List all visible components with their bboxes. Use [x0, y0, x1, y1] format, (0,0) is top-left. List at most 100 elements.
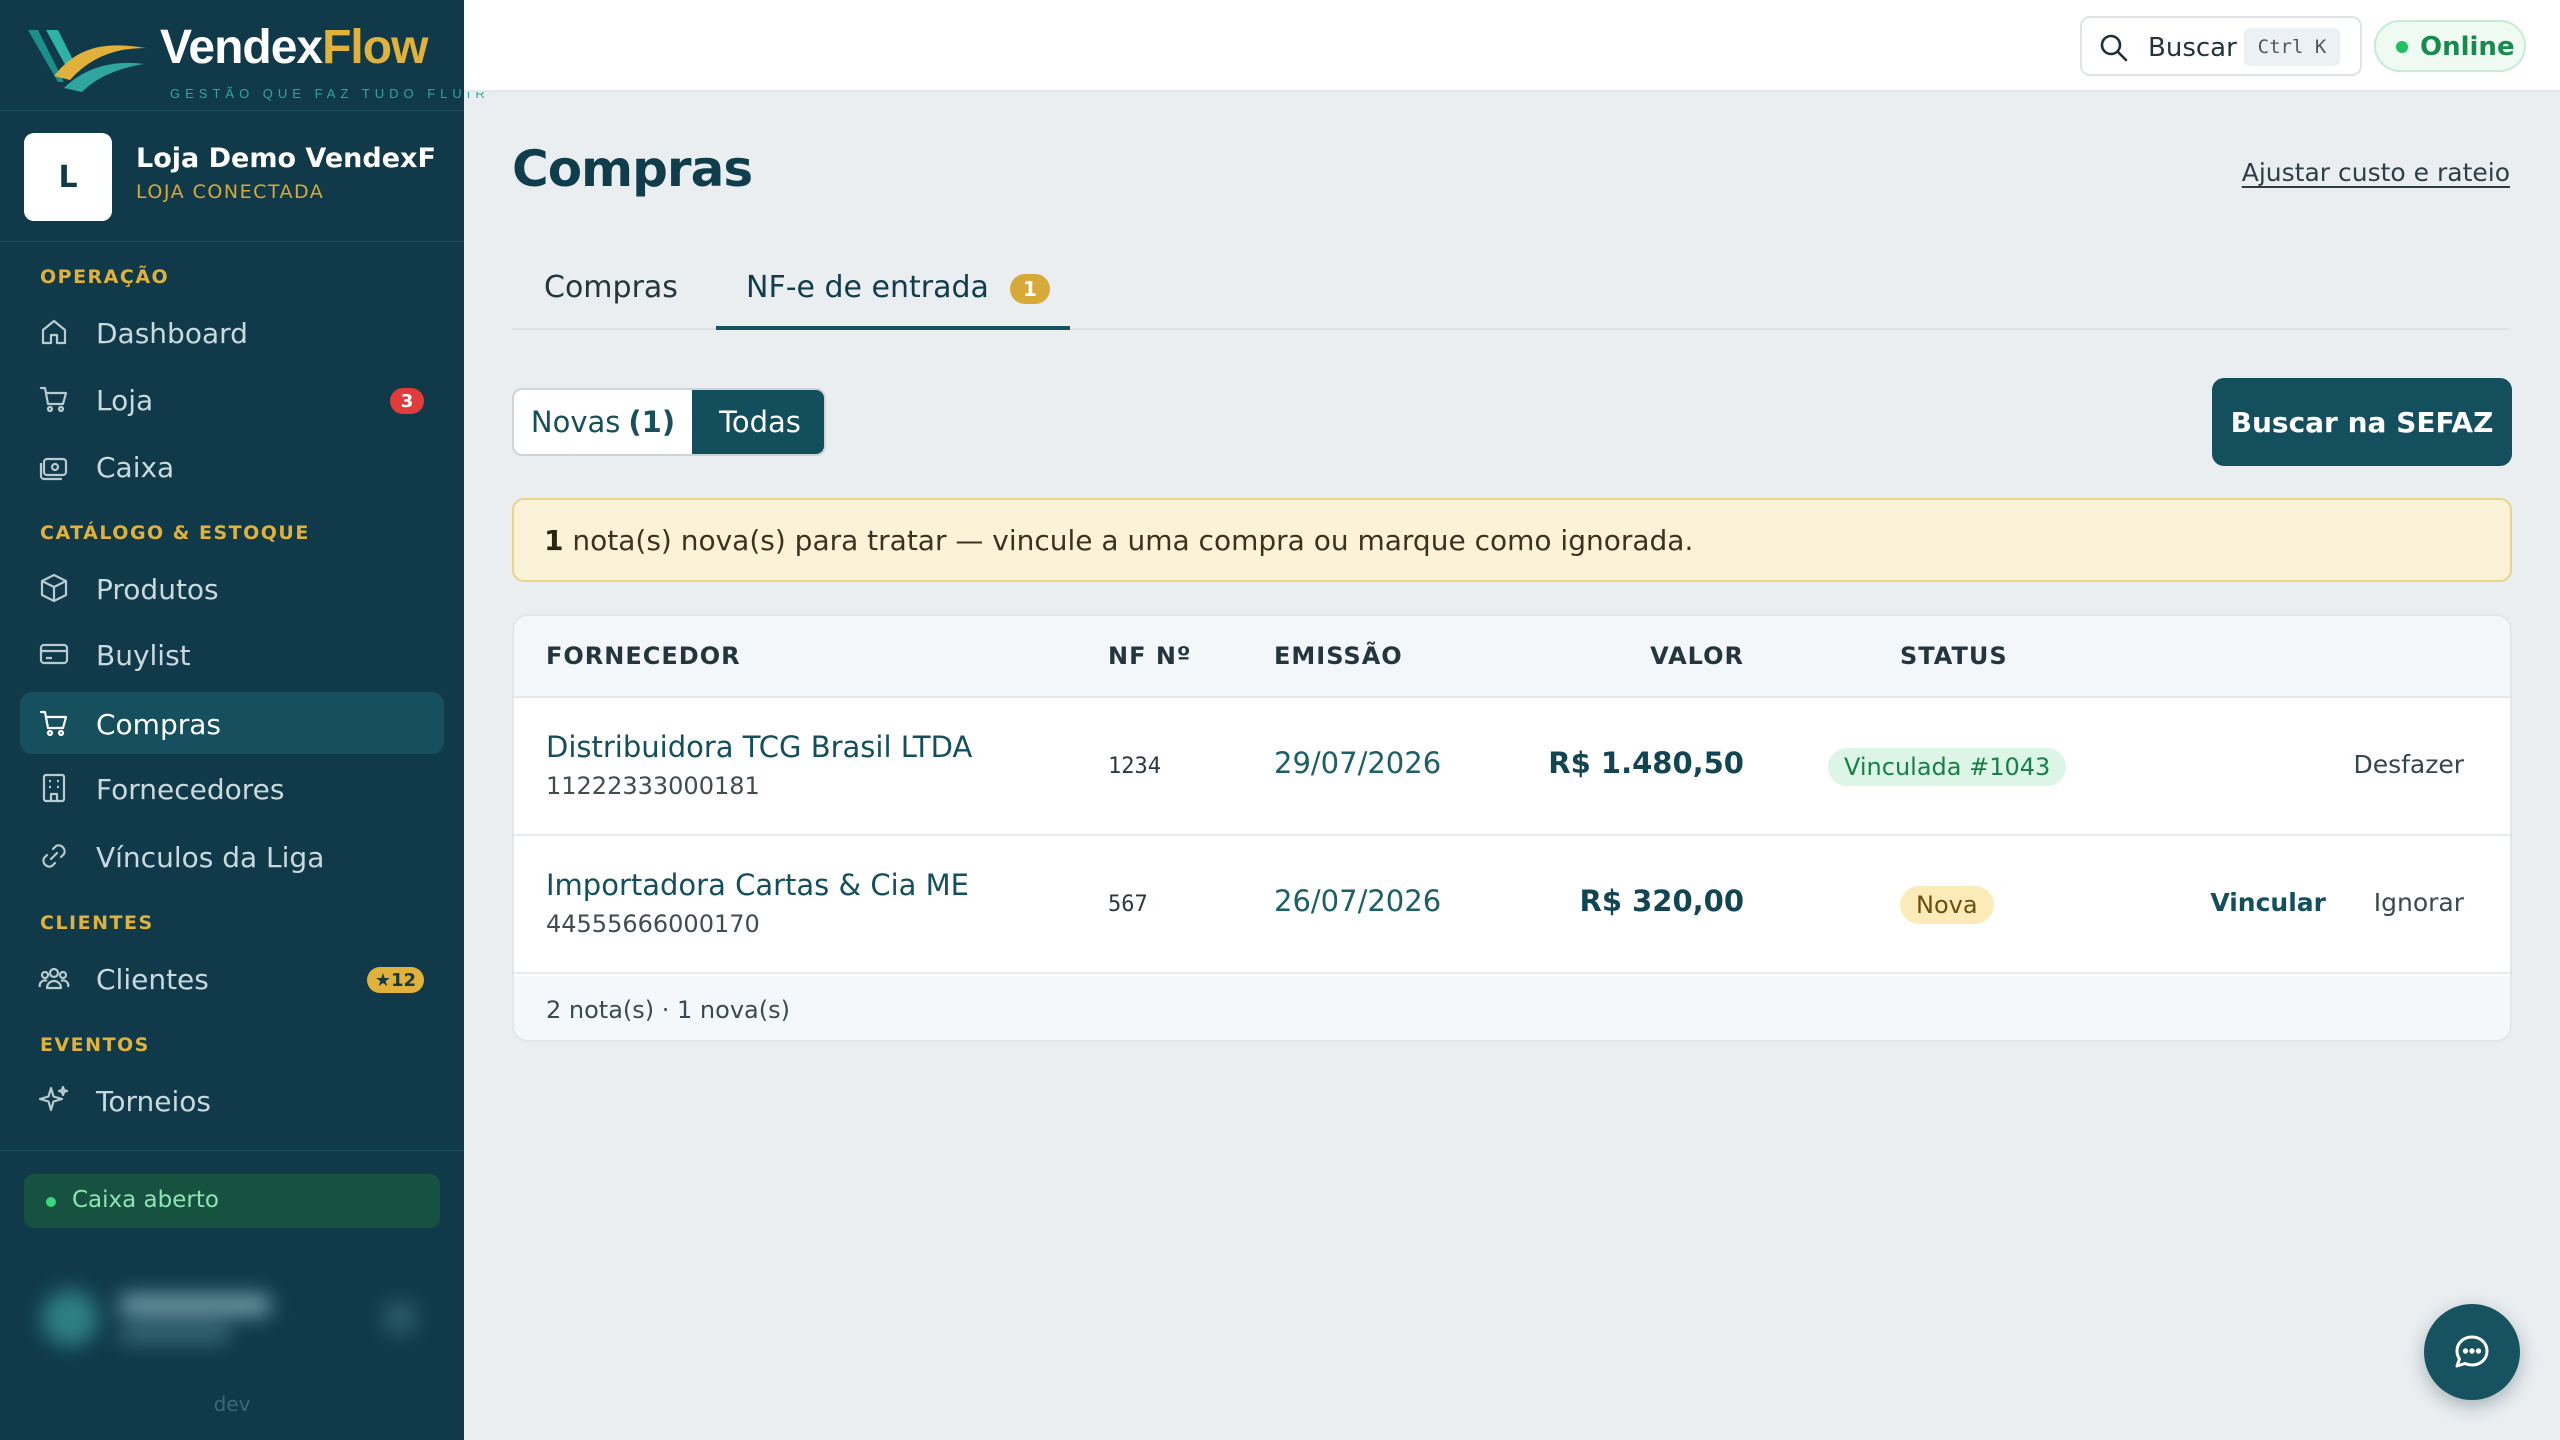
col-header-status: STATUS — [1900, 642, 2008, 670]
col-header-value: VALOR — [1650, 642, 1744, 670]
col-header-nf: NF Nº — [1108, 642, 1192, 670]
sidebar-item-dashboard[interactable]: Dashboard — [20, 301, 444, 363]
alert-text: 1 nota(s) nova(s) para tratar — vincule … — [544, 524, 1694, 557]
new-notes-alert: 1 nota(s) nova(s) para tratar — vincule … — [512, 498, 2512, 582]
sidebar-item-label: Buylist — [96, 639, 191, 672]
sidebar-item-label: Dashboard — [96, 317, 248, 350]
store-switcher[interactable]: L Loja Demo VendexFl... LOJA CONECTADA — [0, 110, 464, 242]
cart-icon — [39, 386, 68, 413]
sidebar-item-label: Loja — [96, 384, 154, 417]
status-badge[interactable]: Vinculada #1043 — [1828, 748, 2067, 786]
loja-badge: 3 — [390, 388, 424, 414]
nav-section-clientes: CLIENTES — [40, 912, 154, 934]
sidebar-item-label: Clientes — [96, 963, 209, 996]
sidebar-item-label: Compras — [96, 708, 221, 741]
vendexflow-logo-icon — [28, 30, 146, 92]
search-icon — [2100, 34, 2128, 62]
cash-status[interactable]: Caixa aberto — [24, 1174, 440, 1228]
nav-section-eventos: EVENTOS — [40, 1034, 150, 1056]
supplier-name[interactable]: Importadora Cartas & Cia ME — [546, 868, 969, 902]
link-button[interactable]: Vincular — [2210, 888, 2326, 917]
brand-tagline: GESTÃO QUE FAZ TUDO FLUIR — [170, 86, 490, 101]
box-icon — [40, 573, 68, 603]
nav-section-catalogo: CATÁLOGO & ESTOQUE — [40, 522, 310, 544]
note-value: R$ 1.480,50 — [1548, 746, 1744, 780]
filter-segmented-control: Novas (1) Todas — [512, 388, 826, 456]
home-icon — [41, 319, 67, 345]
filter-novas-button[interactable]: Novas (1) — [514, 390, 692, 454]
cart-icon — [39, 710, 68, 737]
col-header-date: EMISSÃO — [1274, 642, 1403, 670]
cash-register-icon — [39, 457, 68, 481]
supplier-cnpj: 11222333000181 — [546, 772, 760, 800]
sidebar-item-fornecedores[interactable]: Fornecedores — [20, 757, 444, 819]
issue-date: 29/07/2026 — [1274, 746, 1442, 780]
table-row: Distribuidora TCG Brasil LTDA 1122233300… — [514, 698, 2510, 836]
search-shortcut: Ctrl K — [2244, 28, 2340, 66]
online-dot-icon — [2396, 41, 2408, 53]
sidebar-item-label: Torneios — [96, 1085, 211, 1118]
online-status-badge: Online — [2374, 20, 2526, 72]
brand-name: VendexFlow — [160, 21, 428, 74]
status-dot-icon — [46, 1197, 56, 1207]
search-label: Buscar — [2148, 33, 2237, 63]
avatar — [42, 1290, 98, 1346]
topbar: Buscar Ctrl K Online — [464, 0, 2560, 92]
sidebar-item-label: Caixa — [96, 451, 175, 484]
tab-label: Compras — [544, 270, 678, 305]
adjust-cost-link[interactable]: Ajustar custo e rateio — [2242, 158, 2510, 187]
online-label: Online — [2420, 32, 2515, 62]
sidebar-item-caixa[interactable]: Caixa — [20, 435, 444, 497]
note-value: R$ 320,00 — [1579, 884, 1744, 918]
sidebar-item-buylist[interactable]: Buylist — [20, 623, 444, 685]
undo-button[interactable]: Desfazer — [2353, 750, 2464, 779]
user-profile-blurred[interactable] — [24, 1272, 440, 1362]
ignore-button[interactable]: Ignorar — [2374, 888, 2464, 917]
sidebar-item-torneios[interactable]: Torneios — [20, 1069, 444, 1131]
store-name: Loja Demo VendexFl... — [136, 143, 436, 174]
card-icon — [39, 643, 69, 665]
tab-label: NF-e de entrada — [746, 270, 989, 305]
link-icon — [42, 844, 66, 868]
clientes-badge: ★12 — [366, 967, 424, 993]
chat-support-button[interactable] — [2424, 1304, 2520, 1400]
table-row: Importadora Cartas & Cia ME 445556660001… — [514, 836, 2510, 974]
building-icon — [42, 773, 66, 803]
buscar-sefaz-button[interactable]: Buscar na SEFAZ — [2212, 378, 2512, 466]
table-header: FORNECEDOR NF Nº EMISSÃO VALOR STATUS — [514, 616, 2510, 698]
sidebar-item-label: Fornecedores — [96, 773, 285, 806]
sidebar-item-compras[interactable]: Compras — [20, 692, 444, 754]
search-button[interactable]: Buscar Ctrl K — [2080, 16, 2362, 76]
supplier-name[interactable]: Distribuidora TCG Brasil LTDA — [546, 730, 972, 764]
tabs: Compras NF-e de entrada 1 — [512, 256, 2510, 330]
tab-compras[interactable]: Compras — [544, 256, 704, 330]
table-footer: 2 nota(s) · 1 nova(s) — [514, 976, 2510, 1040]
sidebar-item-vinculos-da-liga[interactable]: Vínculos da Liga — [20, 825, 444, 887]
sidebar-item-loja[interactable]: Loja 3 — [20, 368, 444, 430]
chat-bubble-icon — [2455, 1335, 2489, 1368]
sparkle-icon — [38, 1085, 69, 1112]
tab-nfe-entrada[interactable]: NF-e de entrada 1 — [716, 256, 1070, 330]
cash-status-label: Caixa aberto — [72, 1187, 219, 1213]
supplier-cnpj: 44555666000170 — [546, 910, 760, 938]
logout-icon — [384, 1302, 416, 1334]
sidebar: VendexFlow GESTÃO QUE FAZ TUDO FLUIR L L… — [0, 0, 485, 1440]
sidebar-item-produtos[interactable]: Produtos — [20, 557, 444, 619]
sidebar-item-label: Produtos — [96, 573, 219, 606]
table-footer-summary: 2 nota(s) · 1 nova(s) — [546, 996, 790, 1024]
sidebar-item-clientes[interactable]: Clientes ★12 — [20, 947, 444, 1009]
filter-todas-button[interactable]: Todas — [692, 390, 824, 454]
store-avatar: L — [24, 133, 112, 221]
brand-logo[interactable]: VendexFlow GESTÃO QUE FAZ TUDO FLUIR — [24, 14, 485, 101]
page-title: Compras — [512, 140, 753, 198]
users-icon — [38, 967, 70, 990]
sidebar-divider — [0, 1150, 464, 1151]
store-status: LOJA CONECTADA — [136, 181, 325, 203]
nfe-table: FORNECEDOR NF Nº EMISSÃO VALOR STATUS Di… — [512, 614, 2512, 1042]
tab-count-badge: 1 — [1010, 274, 1050, 304]
col-header-supplier: FORNECEDOR — [546, 642, 741, 670]
status-badge: Nova — [1900, 886, 1994, 924]
sidebar-item-label: Vínculos da Liga — [96, 841, 325, 874]
nf-number: 1234 — [1108, 754, 1161, 779]
issue-date: 26/07/2026 — [1274, 884, 1442, 918]
